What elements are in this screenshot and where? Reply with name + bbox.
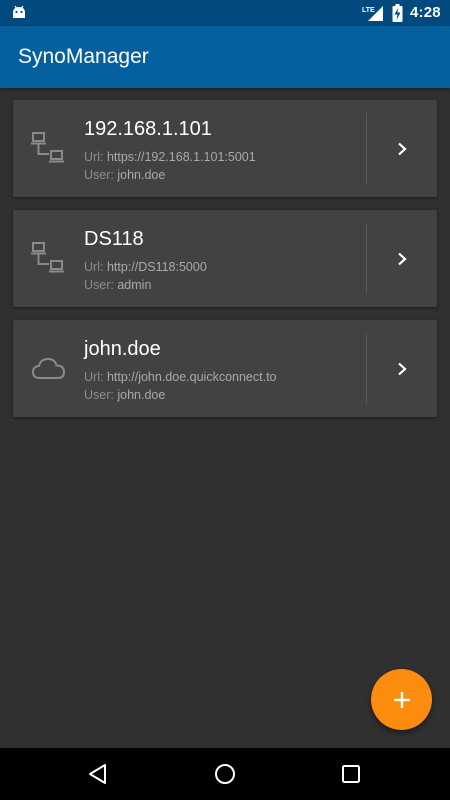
recents-icon[interactable]: [338, 761, 364, 787]
server-name: DS118: [84, 228, 144, 250]
open-server-button[interactable]: [367, 320, 437, 417]
open-server-button[interactable]: [367, 210, 437, 307]
android-icon: [13, 5, 25, 18]
server-user: john.doe: [117, 388, 166, 402]
open-server-button[interactable]: [367, 100, 437, 197]
local-network-icon: [31, 132, 64, 163]
user-label: User:: [84, 278, 114, 292]
status-bar: LTE 4:28: [0, 0, 450, 26]
server-user-row: User: john.doe: [84, 168, 165, 182]
local-network-icon: [31, 242, 64, 273]
server-url: https://192.168.1.101:5001: [106, 150, 256, 164]
app-bar: SynoManager: [0, 26, 450, 88]
server-list: 192.168.1.101 Url: https://192.168.1.101…: [13, 100, 437, 430]
app-title: SynoManager: [18, 45, 149, 68]
svg-text:LTE: LTE: [362, 7, 375, 14]
url-label: Url:: [84, 260, 104, 274]
status-clock: 4:28: [410, 4, 441, 21]
server-user: john.doe: [117, 168, 166, 182]
server-user: admin: [117, 278, 152, 292]
server-card[interactable]: 192.168.1.101 Url: https://192.168.1.101…: [13, 100, 437, 197]
server-url-row: Url: http://john.doe.quickconnect.to: [84, 370, 277, 384]
server-user-row: User: admin: [84, 278, 151, 292]
server-name: 192.168.1.101: [84, 118, 212, 140]
battery-charging-icon: [392, 4, 403, 22]
url-label: Url:: [84, 150, 104, 164]
chevron-right-icon: [398, 252, 407, 265]
server-user-row: User: john.doe: [84, 388, 165, 402]
server-url: http://john.doe.quickconnect.to: [106, 370, 277, 384]
lte-signal-icon: LTE: [362, 6, 383, 21]
navigation-bar: [0, 748, 450, 800]
cloud-icon: [31, 357, 66, 379]
server-url: http://DS118:5000: [106, 260, 207, 274]
url-label: Url:: [84, 370, 104, 384]
plus-icon: [393, 691, 410, 708]
back-icon[interactable]: [85, 761, 111, 787]
chevron-right-icon: [398, 142, 407, 155]
server-url-row: Url: http://DS118:5000: [84, 260, 207, 274]
chevron-right-icon: [398, 362, 407, 375]
server-name: john.doe: [84, 338, 161, 360]
server-url-row: Url: https://192.168.1.101:5001: [84, 150, 256, 164]
server-card[interactable]: john.doe Url: http://john.doe.quickconne…: [13, 320, 437, 417]
user-label: User:: [84, 388, 114, 402]
server-card[interactable]: DS118 Url: http://DS118:5000 User: admin: [13, 210, 437, 307]
user-label: User:: [84, 168, 114, 182]
home-icon[interactable]: [212, 761, 238, 787]
add-server-button[interactable]: [371, 669, 432, 730]
